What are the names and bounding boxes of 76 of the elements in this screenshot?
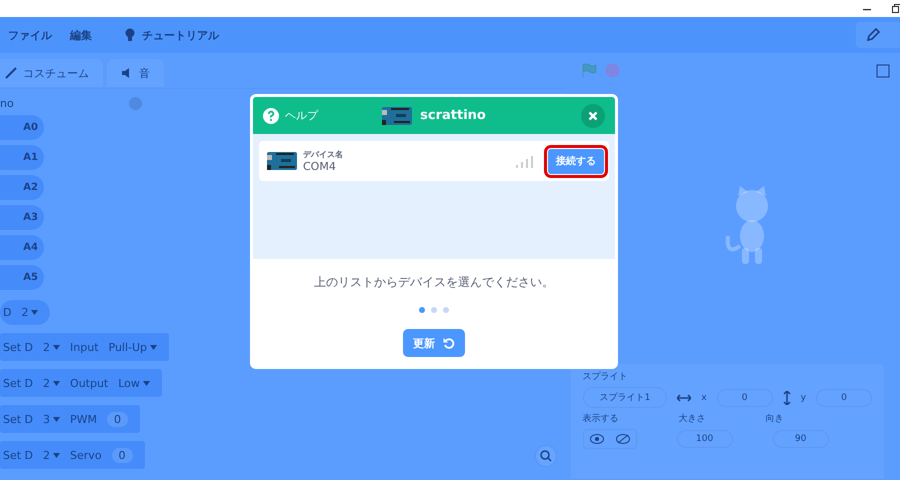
block-text: Output [70,376,108,390]
fullscreen-icon[interactable] [876,64,890,78]
field-label: 表示する [582,412,619,425]
menu-item[interactable]: 編集 [70,28,92,42]
eye-icon[interactable] [590,434,604,444]
command-block[interactable]: Set D 2 Servo 0 [0,441,145,469]
reporter-block[interactable]: A4 [0,235,44,260]
device-label: デバイス名 [303,149,343,160]
caret-icon [53,344,60,350]
reporter-block[interactable]: A0 [0,115,44,140]
block-dropdown[interactable]: 3 [43,412,60,426]
field-label: y [800,392,806,402]
edit-button[interactable] [856,22,900,48]
block-dropdown[interactable]: 2 [21,306,38,319]
refresh-icon [443,337,455,349]
help-link[interactable]: ヘルプ [285,108,318,123]
menu-item[interactable]: チュートリアル [142,28,219,42]
dialog-title: scrattino [420,108,486,123]
number-input[interactable]: 0 [112,448,133,462]
menu-item[interactable]: ファイル [8,28,52,42]
refresh-button[interactable]: 更新 [403,329,465,357]
block-text: Servo [70,448,102,462]
field-label: x [701,392,707,402]
pencil-icon [866,28,880,42]
connect-button[interactable]: 接続する [548,148,604,174]
command-block[interactable]: Set D 2 Input Pull-Up [0,333,170,361]
y-field[interactable]: 0 [816,388,872,406]
reporter-block[interactable]: A5 [0,265,44,290]
block-text: Set D [3,376,34,390]
horizontal-arrows-icon [677,394,692,402]
caret-icon [142,380,150,386]
block-text: Input [70,340,99,354]
command-block[interactable]: Set D 2 Output Low [0,369,162,397]
vertical-arrows-icon [782,390,791,404]
block-text: PWM [70,412,98,426]
lightbulb-icon[interactable] [124,28,136,42]
tab[interactable]: コスチューム [0,58,104,88]
block-dropdown[interactable]: 2 [43,340,60,354]
caret-icon [53,452,60,458]
sprite-name-field[interactable]: スプライト1 [582,387,668,408]
restore-icon[interactable] [892,4,900,14]
board-icon [382,104,412,126]
brush-icon [5,67,17,79]
caret-icon [53,416,60,422]
board-icon [267,150,297,172]
caret-icon [150,344,158,350]
reporter-block[interactable]: A2 [0,175,44,200]
reporter-block[interactable]: A3 [0,205,44,230]
block-text: Set D [3,412,34,426]
block-text: D [3,306,12,319]
caret-icon [31,310,38,315]
block-text: Set D [3,340,34,354]
block-dropdown[interactable]: Low [118,376,150,390]
tab[interactable]: 音 [106,58,165,88]
field-label: 向き [766,412,784,425]
close-icon[interactable] [581,104,605,128]
reporter-block[interactable]: A1 [0,145,44,170]
instruction-text: 上のリストからデバイスを選んでください。 [314,274,554,291]
device-name: COM4 [303,160,337,173]
signal-icon [516,154,534,168]
block-text: Set D [3,448,34,462]
size-field[interactable]: 100 [676,430,733,448]
number-input[interactable]: 0 [107,412,128,426]
block-dropdown[interactable]: 2 [43,448,60,462]
field-label: 大きさ [678,412,706,425]
reporter-block[interactable]: D 2 [0,300,50,325]
field-label: スプライト [582,372,628,382]
block-dropdown[interactable]: 2 [43,376,60,390]
block-dropdown[interactable]: Pull-Up [108,340,158,354]
hidden-eye-icon[interactable] [616,434,630,444]
direction-field[interactable]: 90 [772,430,829,448]
category-label: no [0,96,14,110]
x-field[interactable]: 0 [716,388,773,406]
command-block[interactable]: Set D 3 PWM 0 [0,405,140,433]
caret-icon [53,380,60,386]
zoom-in-icon[interactable] [535,445,557,467]
